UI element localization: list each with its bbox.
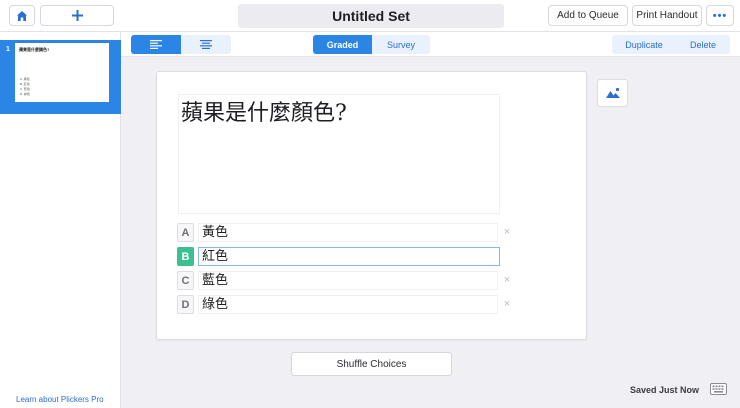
thumbnail-question: 蘋果是什麼顏色? xyxy=(19,47,50,52)
add-to-queue-button[interactable]: Add to Queue xyxy=(548,5,628,26)
choice-input-b[interactable]: 紅色 xyxy=(198,247,500,266)
slide-list-item[interactable]: 1 蘋果是什麼顏色? A. 黃色 B. 紅色 C. 藍色 D. 綠色 xyxy=(0,40,121,114)
choice-row-c: C 藍色 × xyxy=(177,271,511,290)
learn-plickers-pro-link[interactable]: Learn about Plickers Pro xyxy=(16,395,104,404)
slide-sidebar: 1 蘋果是什麼顏色? A. 黃色 B. 紅色 C. 藍色 D. 綠色 Learn… xyxy=(0,32,121,408)
delete-button[interactable]: Delete xyxy=(676,35,730,54)
slide-thumbnail[interactable]: 蘋果是什麼顏色? A. 黃色 B. 紅色 C. 藍色 D. 綠色 xyxy=(15,43,109,102)
plus-icon xyxy=(71,10,83,21)
choice-row-b: B 紅色 xyxy=(177,247,511,266)
home-icon xyxy=(17,10,27,21)
save-status: Saved Just Now xyxy=(630,385,700,395)
set-title[interactable]: Untitled Set xyxy=(238,4,504,28)
thumbnail-choice: C. 藍色 xyxy=(20,87,30,91)
survey-toggle[interactable]: Survey xyxy=(372,35,430,54)
more-options-button[interactable]: ••• xyxy=(706,5,734,26)
print-handout-button[interactable]: Print Handout xyxy=(632,5,702,26)
add-set-button[interactable] xyxy=(40,5,114,26)
remove-choice-icon[interactable]: × xyxy=(502,297,512,311)
remove-choice-icon[interactable]: × xyxy=(502,273,512,287)
editor-toolbar: Graded Survey Duplicate Delete xyxy=(121,32,740,57)
thumbnail-choice: A. 黃色 xyxy=(20,77,30,81)
choice-input-c[interactable]: 藍色 xyxy=(198,271,498,290)
keyboard-icon[interactable] xyxy=(710,383,727,395)
choice-letter-d[interactable]: D xyxy=(177,295,194,314)
top-bar: Untitled Set Add to Queue Print Handout … xyxy=(0,0,740,32)
choice-input-d[interactable]: 綠色 xyxy=(198,295,498,314)
choice-letter-b[interactable]: B xyxy=(177,247,194,266)
choice-letter-a[interactable]: A xyxy=(177,223,194,242)
question-input[interactable]: 蘋果是什麼顏色? xyxy=(178,94,500,214)
align-center-icon xyxy=(200,40,212,49)
home-button[interactable] xyxy=(9,5,35,26)
align-center-button[interactable] xyxy=(181,35,231,54)
slide-editor-card: 蘋果是什麼顏色? A 黃色 × B 紅色 C 藍色 × D 綠色 × xyxy=(156,71,587,340)
duplicate-button[interactable]: Duplicate xyxy=(612,35,676,54)
remove-choice-icon[interactable]: × xyxy=(502,225,512,239)
shuffle-choices-button[interactable]: Shuffle Choices xyxy=(291,352,452,376)
add-image-button[interactable] xyxy=(597,79,628,107)
more-horizontal-icon: ••• xyxy=(712,9,728,22)
thumbnail-choice: B. 紅色 xyxy=(20,82,30,86)
align-left-button[interactable] xyxy=(131,35,181,54)
choice-row-d: D 綠色 × xyxy=(177,295,511,314)
choice-input-a[interactable]: 黃色 xyxy=(198,223,498,242)
thumbnail-choice: D. 綠色 xyxy=(20,92,30,96)
choice-row-a: A 黃色 × xyxy=(177,223,511,242)
slide-number: 1 xyxy=(6,46,10,53)
graded-toggle[interactable]: Graded xyxy=(313,35,372,54)
align-left-icon xyxy=(150,40,162,49)
choice-letter-c[interactable]: C xyxy=(177,271,194,290)
question-text: 蘋果是什麼顏色? xyxy=(181,101,347,126)
image-icon xyxy=(605,87,620,98)
